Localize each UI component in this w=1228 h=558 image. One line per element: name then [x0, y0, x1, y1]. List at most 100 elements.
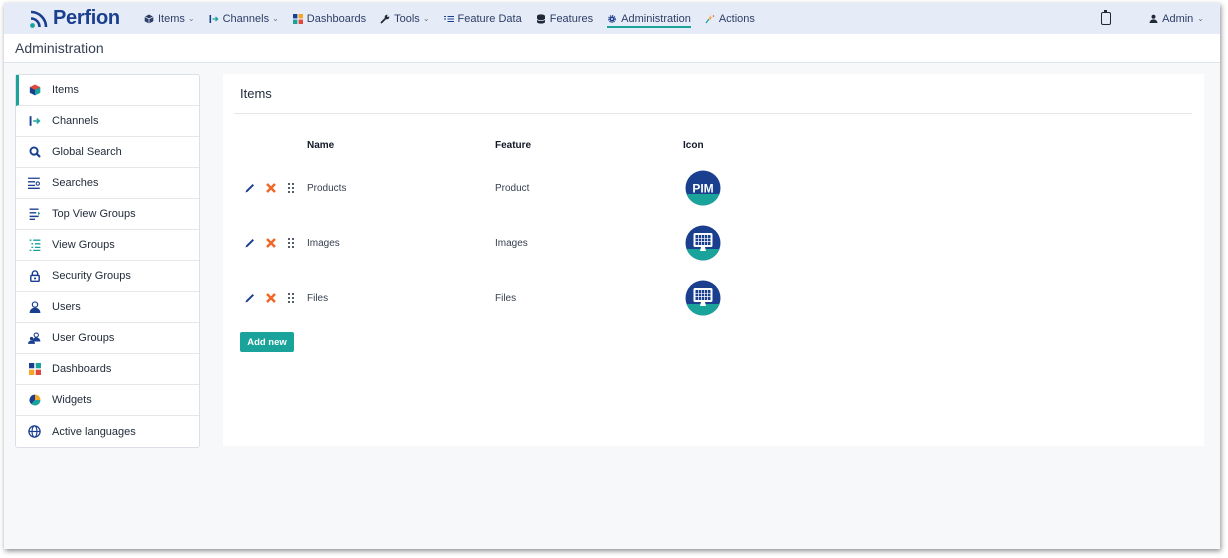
column-header-name: Name [307, 140, 335, 151]
nav-actions-label: Actions [718, 12, 755, 25]
wrench-icon [380, 14, 390, 24]
nav-channels[interactable]: Channels ⌄ [209, 3, 279, 34]
lock-icon [29, 270, 40, 282]
edit-pencil-icon[interactable] [244, 237, 256, 249]
item-feature: Product [495, 183, 530, 194]
monitor-badge-icon [685, 225, 721, 261]
nav-items-label: Items [158, 12, 185, 25]
delete-x-icon[interactable] [265, 292, 277, 304]
user-icon [1149, 14, 1158, 23]
view-groups-icon [29, 239, 40, 251]
user-icon [29, 301, 40, 313]
drag-handle-icon[interactable] [287, 182, 295, 194]
row-actions [244, 237, 295, 249]
table-row: Products Product PIM [223, 169, 1204, 209]
sidebar-item-label: Dashboards [52, 363, 112, 375]
table-row: Files Files [223, 279, 1204, 319]
sidebar-item-global-search[interactable]: Global Search [16, 137, 199, 168]
list-lines-icon [443, 15, 454, 22]
chevron-down-icon: ⌄ [272, 14, 279, 23]
spark-icon [705, 14, 715, 23]
sidebar-item-items[interactable]: Items [16, 75, 199, 106]
sidebar-item-top-view-groups[interactable]: Top View Groups [16, 199, 199, 230]
app-window: Perfion Items ⌄ Channels ⌄ Dashboards To… [4, 3, 1220, 549]
user-name: Admin [1162, 12, 1194, 25]
sidebar-item-view-groups[interactable]: View Groups [16, 230, 199, 261]
row-actions [244, 182, 295, 194]
add-new-button[interactable]: Add new [240, 332, 294, 352]
column-header-feature: Feature [495, 140, 532, 151]
sidebar-item-label: Global Search [52, 146, 122, 158]
panel-title: Items [240, 86, 272, 101]
pim-badge-text: PIM [692, 182, 713, 196]
top-navigation-bar: Perfion Items ⌄ Channels ⌄ Dashboards To… [4, 3, 1220, 34]
nav-administration[interactable]: Administration [607, 3, 691, 34]
divider [234, 113, 1192, 114]
delete-x-icon[interactable] [265, 182, 277, 194]
cube-icon [144, 14, 154, 23]
nav-administration-label: Administration [621, 12, 691, 25]
drag-handle-icon[interactable] [287, 292, 295, 304]
sidebar-item-label: View Groups [52, 239, 115, 251]
perfion-logo-icon [30, 10, 48, 28]
clipboard-icon[interactable] [1101, 10, 1112, 25]
search-icon [28, 146, 41, 158]
nav-feature-data-label: Feature Data [457, 12, 522, 25]
item-name: Images [307, 238, 340, 249]
admin-sidebar: Items Channels Global Search Searches To… [15, 74, 200, 448]
channel-arrow-icon [209, 14, 219, 23]
top-view-groups-icon [29, 208, 40, 220]
nav-dashboards-label: Dashboards [306, 12, 367, 25]
table-row: Images Images [223, 224, 1204, 264]
drag-handle-icon[interactable] [287, 237, 295, 249]
gear-icon [608, 14, 617, 23]
edit-pencil-icon[interactable] [244, 292, 256, 304]
sidebar-item-widgets[interactable]: Widgets [16, 385, 199, 416]
monitor-badge-icon [685, 280, 721, 316]
chevron-down-icon: ⌄ [1197, 14, 1204, 23]
sidebar-item-label: Channels [52, 115, 99, 127]
item-name: Products [307, 183, 347, 194]
row-actions [244, 292, 295, 304]
sidebar-item-user-groups[interactable]: User Groups [16, 323, 199, 354]
chevron-down-icon: ⌄ [422, 14, 430, 23]
nav-feature-data[interactable]: Feature Data [443, 3, 522, 34]
brand-name: Perfion [53, 7, 120, 29]
sidebar-item-active-languages[interactable]: Active languages [16, 416, 199, 447]
item-feature: Images [495, 238, 528, 249]
sidebar-item-security-groups[interactable]: Security Groups [16, 261, 199, 292]
item-name: Files [307, 293, 329, 304]
nav-items[interactable]: Items ⌄ [144, 3, 195, 34]
sidebar-item-label: Searches [52, 177, 99, 189]
page-header: Administration [4, 34, 1220, 63]
channel-arrow-icon [29, 116, 40, 126]
user-menu[interactable]: Admin ⌄ [1149, 13, 1204, 25]
nav-tools[interactable]: Tools ⌄ [380, 3, 430, 34]
page-title: Administration [15, 40, 104, 56]
nav-features[interactable]: Features [536, 3, 593, 34]
dashboard-tiles-icon [28, 363, 41, 375]
column-header-icon: Icon [683, 140, 704, 151]
nav-features-label: Features [549, 12, 594, 25]
edit-pencil-icon[interactable] [244, 182, 256, 194]
chevron-down-icon: ⌄ [187, 14, 195, 23]
sidebar-item-channels[interactable]: Channels [16, 106, 199, 137]
sidebar-item-label: Active languages [52, 425, 136, 438]
brand-logo[interactable]: Perfion [29, 7, 144, 30]
cube-icon [29, 84, 40, 96]
globe-icon [28, 425, 41, 438]
pie-icon [29, 394, 40, 406]
nav-dashboards[interactable]: Dashboards [292, 3, 367, 34]
sidebar-item-label: Items [52, 84, 79, 96]
delete-x-icon[interactable] [265, 237, 277, 249]
item-feature: Files [495, 293, 517, 304]
sidebar-item-label: Security Groups [52, 270, 131, 282]
sidebar-item-users[interactable]: Users [16, 292, 199, 323]
nav-menu: Items ⌄ Channels ⌄ Dashboards Tools ⌄ Fe… [144, 3, 769, 34]
nav-actions[interactable]: Actions [705, 3, 755, 34]
sidebar-item-label: Top View Groups [52, 208, 136, 220]
nav-channels-label: Channels [222, 12, 270, 25]
sidebar-item-searches[interactable]: Searches [16, 168, 199, 199]
nav-right: Admin ⌄ [1101, 3, 1220, 34]
sidebar-item-dashboards[interactable]: Dashboards [16, 354, 199, 385]
